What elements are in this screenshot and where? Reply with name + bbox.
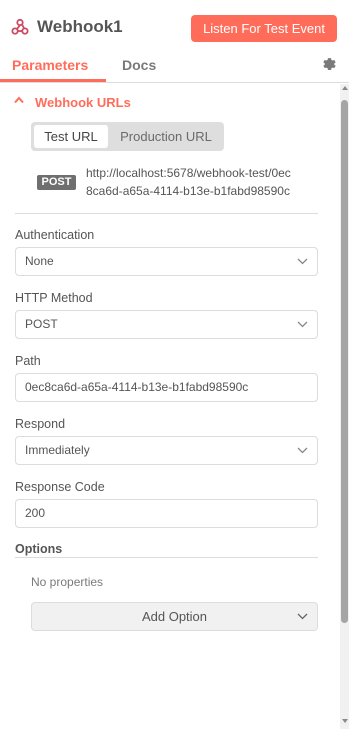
response-code-value: 200 xyxy=(25,506,46,520)
http-method-value: POST xyxy=(25,317,58,331)
webhook-icon xyxy=(11,18,29,35)
tab-parameters[interactable]: Parameters xyxy=(12,57,88,73)
divider xyxy=(15,213,318,214)
add-option-button[interactable]: Add Option xyxy=(31,602,318,631)
authentication-value: None xyxy=(25,254,54,268)
node-title[interactable]: Webhook1 xyxy=(37,17,123,37)
path-input[interactable]: 0ec8ca6d-a65a-4114-b13e-b1fabd98590c xyxy=(15,373,318,402)
http-method-select[interactable]: POST xyxy=(15,310,318,339)
production-url-option[interactable]: Production URL xyxy=(112,125,220,148)
caret-up-icon[interactable] xyxy=(14,96,24,104)
webhook-urls-toggle[interactable]: Webhook URLs xyxy=(35,95,131,110)
active-tab-indicator xyxy=(0,79,106,82)
test-url-option[interactable]: Test URL xyxy=(34,125,108,148)
path-label: Path xyxy=(15,354,41,368)
tab-bar: Parameters Docs xyxy=(0,52,349,83)
respond-label: Respond xyxy=(15,417,66,431)
webhook-url-line-1[interactable]: http://localhost:5678/webhook-test/0ec xyxy=(86,166,291,180)
node-header: Webhook1 Listen For Test Event xyxy=(0,0,349,52)
webhook-url-line-2[interactable]: 8ca6d-a65a-4114-b13e-b1fabd98590c xyxy=(86,184,290,198)
respond-select[interactable]: Immediately xyxy=(15,436,318,465)
divider xyxy=(15,557,318,558)
gear-icon[interactable] xyxy=(322,57,337,72)
authentication-select[interactable]: None xyxy=(15,247,318,276)
scroll-up-arrow-icon[interactable] xyxy=(342,86,348,90)
scroll-down-arrow-icon[interactable] xyxy=(342,719,348,723)
chevron-down-icon xyxy=(297,447,308,454)
path-value: 0ec8ca6d-a65a-4114-b13e-b1fabd98590c xyxy=(25,380,249,394)
response-code-label: Response Code xyxy=(15,480,105,494)
http-method-label: HTTP Method xyxy=(15,291,93,305)
chevron-down-icon xyxy=(297,613,308,620)
respond-value: Immediately xyxy=(25,443,90,457)
response-code-input[interactable]: 200 xyxy=(15,499,318,528)
chevron-down-icon xyxy=(297,258,308,265)
listen-for-test-event-button[interactable]: Listen For Test Event xyxy=(191,15,337,42)
tab-docs[interactable]: Docs xyxy=(122,57,156,73)
add-option-label: Add Option xyxy=(141,609,208,624)
no-properties-text: No properties xyxy=(31,575,104,589)
scrollbar-thumb[interactable] xyxy=(341,100,348,623)
options-label: Options xyxy=(15,542,63,556)
http-method-badge: POST xyxy=(37,175,76,190)
chevron-down-icon xyxy=(297,321,308,328)
authentication-label: Authentication xyxy=(15,228,95,242)
